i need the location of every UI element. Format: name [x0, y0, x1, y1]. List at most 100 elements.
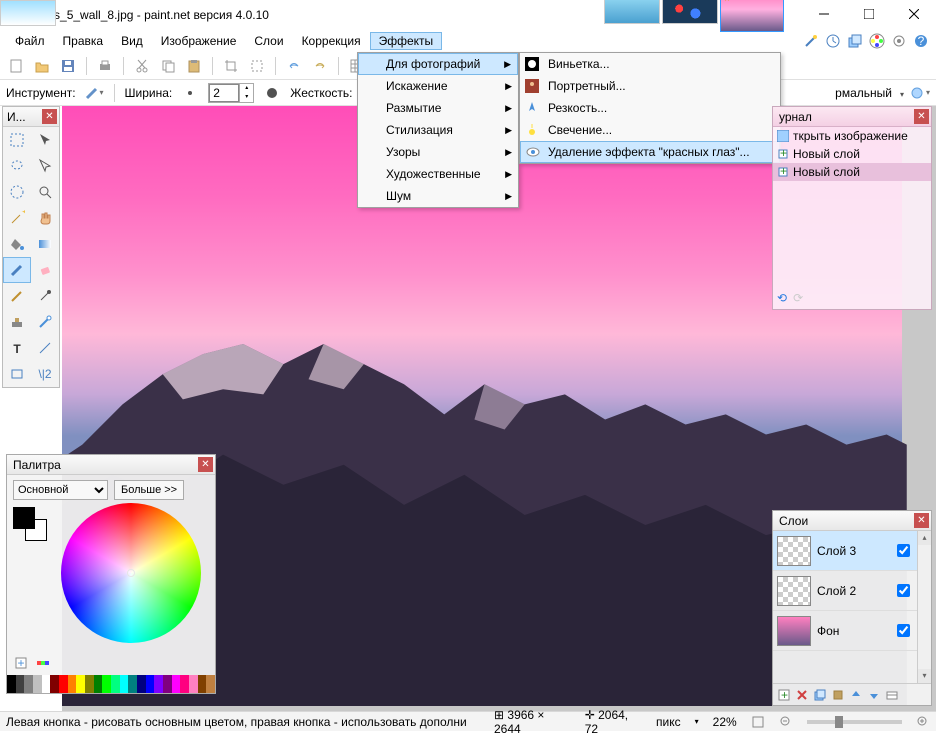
tool-text[interactable]: T [3, 335, 31, 361]
close-icon[interactable]: ✕ [198, 457, 213, 472]
width-spin-up[interactable]: ▴ [240, 84, 253, 93]
tool-eraser[interactable] [31, 257, 59, 283]
tool-move[interactable] [31, 153, 59, 179]
layer-merge-icon[interactable] [831, 688, 845, 702]
menu-item-stylize[interactable]: Стилизация▶ [358, 119, 518, 141]
colors-icon[interactable] [868, 32, 886, 50]
cut-icon[interactable] [132, 56, 152, 76]
menu-edit[interactable]: Правка [54, 32, 113, 50]
menu-item-distort[interactable]: Искажение▶ [358, 75, 518, 97]
tool-recolor[interactable] [31, 309, 59, 335]
palette-color-cell[interactable] [172, 675, 181, 693]
tool-lasso[interactable] [3, 153, 31, 179]
layer-row[interactable]: Слой 2 [773, 571, 917, 611]
palette-color-cell[interactable] [120, 675, 129, 693]
layer-visible-checkbox[interactable] [897, 584, 910, 597]
maximize-button[interactable] [846, 0, 891, 28]
width-decrease-icon[interactable] [180, 83, 200, 103]
doc-thumb[interactable] [662, 0, 718, 24]
palette-mode-select[interactable]: Основной [13, 480, 108, 500]
crop-icon[interactable] [221, 56, 241, 76]
tool-picker[interactable] [84, 83, 104, 103]
undo-icon[interactable] [284, 56, 304, 76]
settings-icon[interactable] [890, 32, 908, 50]
palette-color-cell[interactable] [50, 675, 59, 693]
layer-props-icon[interactable] [885, 688, 899, 702]
tool-picker[interactable] [31, 283, 59, 309]
layer-row[interactable]: Слой 3 [773, 531, 917, 571]
layer-add-icon[interactable]: + [777, 688, 791, 702]
palette-color-cell[interactable] [33, 675, 42, 693]
menu-image[interactable]: Изображение [152, 32, 246, 50]
status-unit[interactable]: пикс [656, 715, 681, 729]
width-increase-icon[interactable] [262, 83, 282, 103]
tool-pan[interactable] [31, 205, 59, 231]
tool-pencil[interactable] [3, 283, 31, 309]
menu-item-patterns[interactable]: Узоры▶ [358, 141, 518, 163]
doc-thumb[interactable] [604, 0, 660, 24]
blend-mode-caret[interactable] [898, 86, 904, 100]
palette-color-cell[interactable] [59, 675, 68, 693]
paste-icon[interactable] [184, 56, 204, 76]
minimize-button[interactable] [801, 0, 846, 28]
palette-color-cell[interactable] [198, 675, 207, 693]
palette-color-cell[interactable] [146, 675, 155, 693]
help-icon[interactable]: ? [912, 32, 930, 50]
close-icon[interactable]: ✕ [914, 109, 929, 124]
zoom-window-icon[interactable] [751, 715, 765, 729]
palette-color-cell[interactable] [7, 675, 16, 693]
layer-up-icon[interactable] [849, 688, 863, 702]
history-header[interactable]: урнал ✕ [773, 107, 931, 127]
menu-item-sharpen[interactable]: Резкость... [520, 97, 780, 119]
add-color-icon[interactable]: + [13, 655, 29, 671]
width-input[interactable] [209, 84, 239, 102]
overwrite-icon[interactable] [910, 83, 930, 103]
toolbox-header[interactable]: И... ✕ [3, 107, 59, 127]
layer-duplicate-icon[interactable] [813, 688, 827, 702]
history-redo-icon[interactable]: ⟳ [793, 291, 803, 305]
deselect-icon[interactable] [247, 56, 267, 76]
palette-color-cell[interactable] [42, 675, 51, 693]
menu-view[interactable]: Вид [112, 32, 152, 50]
zoom-out-icon[interactable] [779, 715, 793, 729]
new-icon[interactable] [6, 56, 26, 76]
tool-move-sel[interactable] [31, 127, 59, 153]
menu-item-noise[interactable]: Шум▶ [358, 185, 518, 207]
palette-color-cell[interactable] [111, 675, 120, 693]
tool-zoom[interactable] [31, 179, 59, 205]
palette-color-cell[interactable] [24, 675, 33, 693]
palette-swatches[interactable] [13, 507, 35, 529]
doc-thumb-active[interactable] [720, 0, 784, 32]
zoom-in-icon[interactable] [916, 715, 930, 729]
palette-color-cell[interactable] [76, 675, 85, 693]
tool-clone[interactable] [3, 309, 31, 335]
palette-color-cell[interactable] [206, 675, 215, 693]
layer-down-icon[interactable] [867, 688, 881, 702]
layers-icon[interactable] [846, 32, 864, 50]
menu-file[interactable]: Файл [6, 32, 54, 50]
tool-fill[interactable] [3, 231, 31, 257]
status-zoom[interactable]: 22% [713, 715, 737, 729]
history-item[interactable]: +Новый слой [773, 145, 931, 163]
palette-color-cell[interactable] [68, 675, 77, 693]
menu-item-glow[interactable]: Свечение... [520, 119, 780, 141]
print-icon[interactable] [95, 56, 115, 76]
menu-effects[interactable]: Эффекты [370, 32, 443, 50]
tool-shapes[interactable]: \|2 [31, 361, 59, 387]
layer-row[interactable]: Фон [773, 611, 917, 651]
palette-color-cell[interactable] [102, 675, 111, 693]
history-icon[interactable] [824, 32, 842, 50]
blend-mode-label[interactable]: рмальный [835, 86, 892, 100]
layer-delete-icon[interactable] [795, 688, 809, 702]
menu-item-portrait[interactable]: Портретный... [520, 75, 780, 97]
close-icon[interactable]: ✕ [914, 513, 929, 528]
save-icon[interactable] [58, 56, 78, 76]
palette-color-cell[interactable] [163, 675, 172, 693]
menu-item-blur[interactable]: Размытие▶ [358, 97, 518, 119]
menu-item-artistic[interactable]: Художественные▶ [358, 163, 518, 185]
palette-color-cell[interactable] [85, 675, 94, 693]
menu-layers[interactable]: Слои [245, 32, 292, 50]
history-item[interactable]: ткрыть изображение [773, 127, 931, 145]
close-icon[interactable]: ✕ [42, 109, 57, 124]
width-spin-down[interactable]: ▾ [240, 93, 253, 102]
